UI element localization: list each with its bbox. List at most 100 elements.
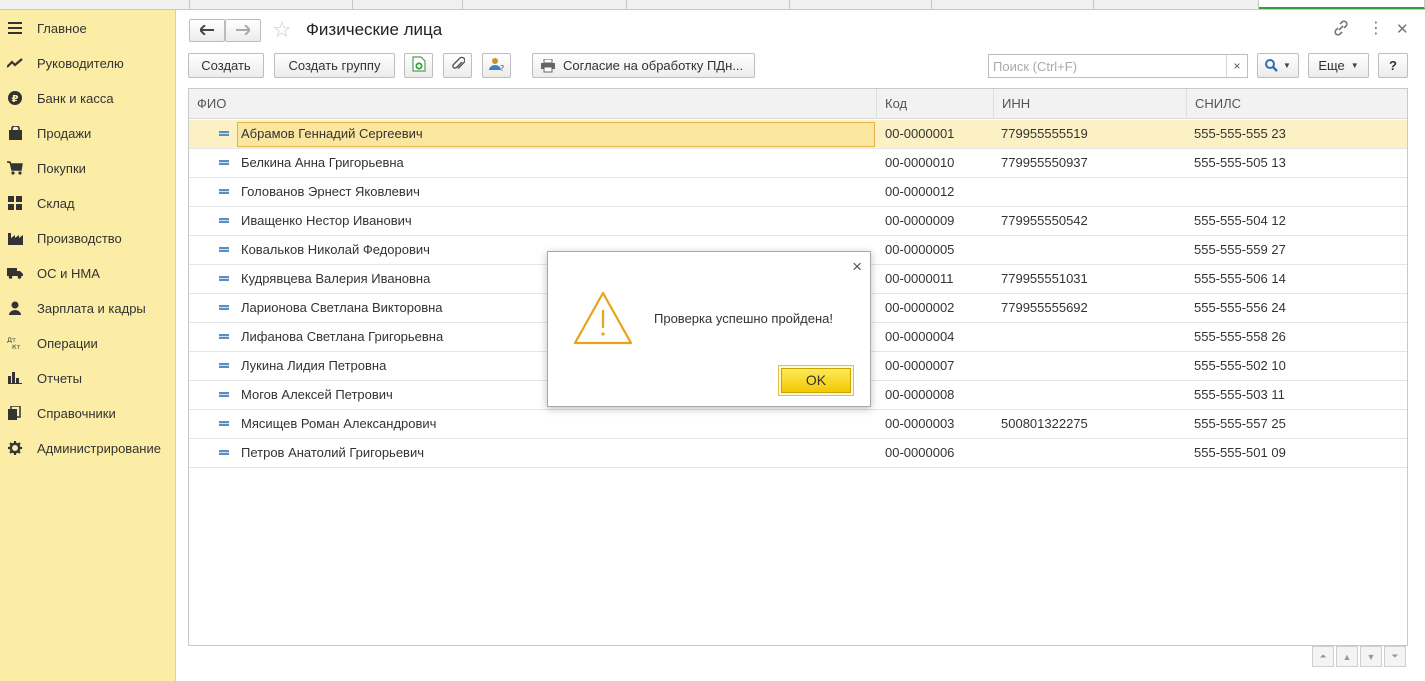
sidebar-item-main[interactable]: Главное [0, 14, 176, 42]
dialog-close-button[interactable]: × [852, 258, 862, 276]
scroll-down-button[interactable]: ▼ [1360, 646, 1382, 667]
scroll-up-button[interactable]: ▲ [1336, 646, 1358, 667]
close-icon[interactable]: ✕ [1396, 20, 1409, 38]
scroll-to-bottom-button[interactable]: ⏷ [1384, 646, 1406, 667]
window-tab[interactable] [353, 0, 463, 9]
sidebar-item-salary[interactable]: Зарплата и кадры [0, 294, 176, 322]
sidebar-item-warehouse[interactable]: Склад [0, 189, 176, 217]
search-clear-button[interactable]: × [1226, 55, 1247, 77]
chevron-down-icon: ▼ [1366, 651, 1376, 662]
sidebar-item-sales[interactable]: Продажи [0, 119, 176, 147]
scroll-to-top-button[interactable]: ⏶ [1312, 646, 1334, 667]
cell-code: 00-0000003 [885, 416, 955, 431]
more-vertical-icon[interactable]: ⋮ [1368, 18, 1384, 38]
cell-inn: 779955555519 [1001, 126, 1088, 141]
cell-code: 00-0000011 [885, 271, 954, 286]
cell-snils: 555-555-557 25 [1194, 416, 1286, 431]
ok-button[interactable]: OK [778, 365, 854, 396]
table-row[interactable]: Мясищев Роман Александрович 00-0000003 500… [189, 410, 1407, 439]
factory-icon [7, 230, 23, 246]
sidebar-item-purchases[interactable]: Покупки [0, 154, 176, 182]
column-header-fio[interactable]: ФИО [189, 89, 877, 119]
create-group-button[interactable]: Создать группу [274, 53, 395, 78]
sidebar-item-production[interactable]: Производство [0, 224, 176, 252]
paperclip-icon [451, 56, 465, 75]
cell-snils: 555-555-501 09 [1194, 445, 1286, 460]
cell-snils: 555-555-504 12 [1194, 213, 1286, 228]
attach-file-button[interactable] [443, 53, 472, 78]
sidebar-item-label: Главное [37, 20, 87, 36]
sidebar-item-label: Банк и касса [37, 90, 114, 106]
add-copy-button[interactable] [404, 53, 433, 78]
table-row[interactable]: Белкина Анна Григорьевна 00-0000010 779955… [189, 149, 1407, 178]
person-help-button[interactable]: ? [482, 53, 511, 78]
cell-snils: 555-555-506 14 [1194, 271, 1286, 286]
truck-icon [7, 265, 23, 281]
back-button[interactable] [189, 19, 225, 42]
bar-chart-icon [7, 370, 23, 386]
column-header-inn[interactable]: ИНН [994, 89, 1187, 119]
cell-code: 00-0000001 [885, 126, 955, 141]
sidebar-item-references[interactable]: Справочники [0, 399, 176, 427]
sidebar-item-label: Администрирование [37, 440, 161, 456]
dropdown-arrow-icon: ▼ [1283, 61, 1291, 70]
gear-icon [7, 440, 23, 456]
sidebar-item-label: Покупки [37, 160, 86, 176]
more-label: Еще [1318, 58, 1345, 73]
dialog-message: Проверка успешно пройдена! [654, 311, 834, 326]
link-icon[interactable] [1333, 20, 1349, 40]
printer-icon [541, 58, 555, 73]
cell-fio: Могов Алексей Петрович [241, 387, 393, 402]
sidebar-item-reports[interactable]: Отчеты [0, 364, 176, 392]
svg-text:?: ? [500, 64, 504, 72]
window-tab[interactable] [627, 0, 790, 9]
cell-snils: 555-555-556 24 [1194, 300, 1286, 315]
element-marker-icon [219, 247, 229, 252]
search-options-button[interactable]: ▼ [1257, 53, 1299, 78]
window-tab[interactable] [790, 0, 932, 9]
table-row[interactable]: Иващенко Нестор Иванович 00-0000009 779955… [189, 207, 1407, 236]
sidebar-item-label: Руководителю [37, 55, 124, 71]
window-tab[interactable] [0, 0, 190, 9]
window-tab[interactable] [932, 0, 1094, 9]
pd-consent-button[interactable]: Согласие на обработку ПДн... [532, 53, 755, 78]
cell-fio: Иващенко Нестор Иванович [241, 213, 412, 228]
trend-icon [7, 55, 23, 71]
window-tab[interactable] [190, 0, 353, 9]
cell-fio: Мясищев Роман Александрович [241, 416, 437, 431]
table-row[interactable]: Петров Анатолий Григорьевич 00-0000006 555… [189, 439, 1407, 468]
sidebar-item-operations[interactable]: Дт Кт Операции [0, 329, 176, 357]
cell-code: 00-0000006 [885, 445, 955, 460]
cell-fio: Ковальков Николай Федорович [241, 242, 430, 257]
table-row[interactable]: Голованов Эрнест Яковлевич 00-0000012 [189, 178, 1407, 207]
svg-text:₽: ₽ [12, 94, 19, 105]
cell-code: 00-0000005 [885, 242, 955, 257]
cell-fio: Ларионова Светлана Викторовна [241, 300, 443, 315]
person-icon [7, 300, 23, 316]
table-row-selected[interactable]: Абрамов Геннадий Сергеевич 00-0000001 7799… [189, 120, 1407, 149]
window-tab[interactable] [463, 0, 627, 9]
element-marker-icon [219, 363, 229, 368]
cell-code: 00-0000002 [885, 300, 955, 315]
warehouse-grid-icon [7, 195, 23, 211]
cell-snils: 555-555-502 10 [1194, 358, 1286, 373]
sidebar-item-assets[interactable]: ОС и НМА [0, 259, 176, 287]
shopping-bag-icon [7, 125, 23, 141]
forward-button[interactable] [225, 19, 261, 42]
help-button[interactable]: ? [1378, 53, 1408, 78]
column-header-code[interactable]: Код [877, 89, 994, 119]
favorite-star-icon[interactable]: ☆ [272, 18, 292, 42]
more-button[interactable]: Еще ▼ [1308, 53, 1369, 78]
search-input[interactable] [989, 55, 1225, 77]
sidebar-item-admin[interactable]: Администрирование [0, 434, 176, 462]
window-tab-active[interactable] [1259, 0, 1425, 9]
create-button[interactable]: Создать [188, 53, 264, 78]
chevron-up-icon: ▲ [1342, 651, 1352, 662]
column-header-snils[interactable]: СНИЛС [1187, 89, 1407, 119]
element-marker-icon [219, 276, 229, 281]
window-tab[interactable] [1094, 0, 1259, 9]
sidebar-item-manager[interactable]: Руководителю [0, 49, 176, 77]
sidebar-item-bank[interactable]: ₽ Банк и касса [0, 84, 176, 112]
page-title: Физические лица [306, 20, 443, 39]
menu-icon [7, 20, 23, 36]
